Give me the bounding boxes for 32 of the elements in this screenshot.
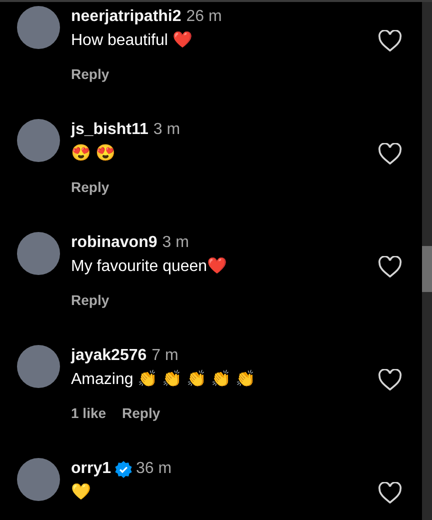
reply-button[interactable]: Reply bbox=[71, 290, 110, 310]
comment-time: 26 m bbox=[186, 7, 222, 27]
avatar[interactable] bbox=[17, 6, 60, 49]
comment-text: Amazing 👏 👏 👏 👏 👏 bbox=[71, 369, 256, 390]
heart-icon[interactable] bbox=[378, 482, 402, 504]
heart-icon[interactable] bbox=[378, 143, 402, 165]
heart-icon[interactable] bbox=[378, 369, 402, 391]
comment-text: 😍 😍 bbox=[71, 143, 116, 164]
reply-button[interactable]: Reply bbox=[71, 176, 110, 198]
comment-text: How beautiful ❤ bbox=[71, 30, 192, 51]
comment-time: 36 m bbox=[136, 459, 172, 479]
comment-time: 3 m bbox=[153, 120, 180, 140]
scrollbar[interactable] bbox=[422, 2, 432, 520]
username[interactable]: jayak2576 bbox=[71, 344, 147, 368]
avatar[interactable] bbox=[17, 458, 60, 501]
heart-icon[interactable] bbox=[378, 30, 402, 52]
scrollbar-thumb[interactable] bbox=[422, 246, 432, 292]
reply-button[interactable]: Reply bbox=[122, 402, 160, 424]
comment-time: 7 m bbox=[152, 346, 178, 366]
avatar[interactable] bbox=[17, 232, 60, 275]
like-count[interactable]: 1 like bbox=[71, 402, 106, 424]
username[interactable]: neerjatripathi2 bbox=[71, 5, 182, 29]
comment-text: 💛 bbox=[71, 482, 91, 503]
comment-text: My favourite queen❤ bbox=[71, 256, 228, 277]
comment-time: 3 m bbox=[162, 233, 189, 253]
reply-button[interactable]: Reply bbox=[71, 64, 110, 84]
username[interactable]: orry1 bbox=[71, 457, 112, 481]
heart-icon[interactable] bbox=[378, 256, 402, 278]
avatar[interactable] bbox=[17, 345, 60, 388]
username[interactable]: js_bisht11 bbox=[71, 118, 148, 142]
username[interactable]: robinavon9 bbox=[71, 231, 158, 255]
avatar[interactable] bbox=[17, 119, 60, 162]
